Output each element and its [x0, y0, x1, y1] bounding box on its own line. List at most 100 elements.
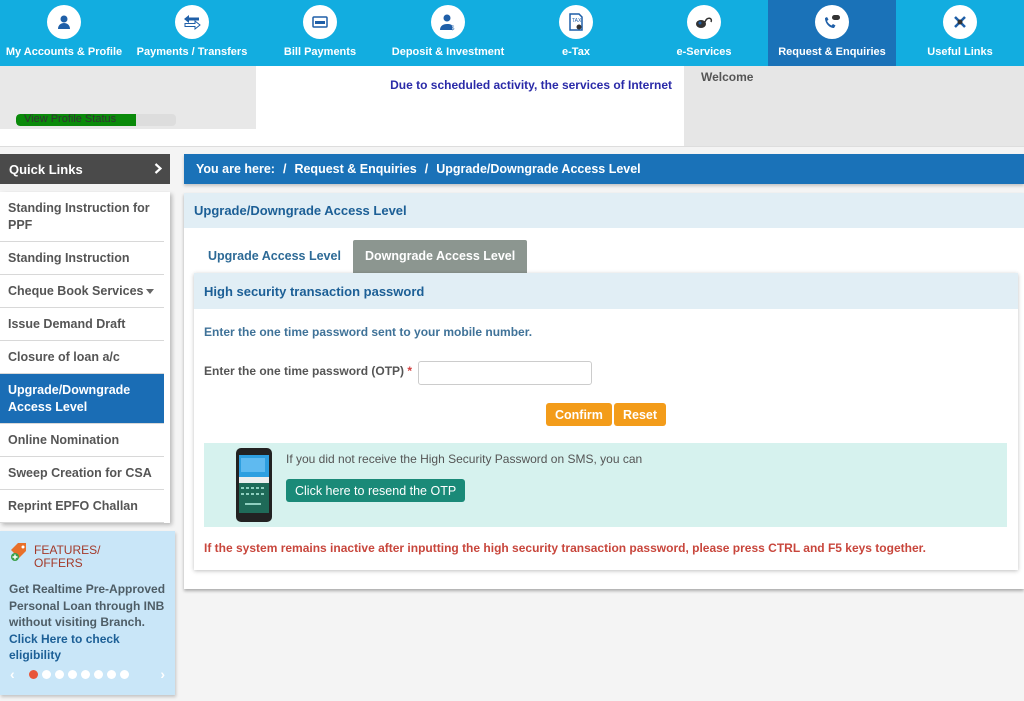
sidebar-menu: Standing Instruction for PPF Standing In…: [0, 192, 170, 523]
reset-button[interactable]: Reset: [614, 403, 667, 426]
caret-down-icon: [146, 289, 154, 294]
nav-label: Payments / Transfers: [136, 46, 248, 58]
breadcrumb-request-enquiries[interactable]: Request & Enquiries: [294, 162, 416, 176]
transfer-icon: [175, 5, 209, 39]
svg-text:$: $: [451, 26, 455, 31]
resend-otp-button[interactable]: Click here to resend the OTP: [286, 479, 466, 502]
carousel-dot[interactable]: [54, 669, 64, 679]
scrolling-notice: Due to scheduled activity, the services …: [390, 78, 672, 92]
nav-request-enquiries[interactable]: Request & Enquiries: [768, 0, 896, 66]
tax-icon: TAX: [559, 5, 593, 39]
sidebar-item-label: Sweep Creation for CSA: [8, 466, 152, 480]
page-title: Upgrade/Downgrade Access Level: [184, 193, 1024, 228]
offers-text-block: Get Realtime Pre-Approved Personal Loan …: [9, 581, 169, 664]
nav-label: Request & Enquiries: [778, 46, 886, 58]
sidebar-item-label: Upgrade/Downgrade Access Level: [8, 383, 131, 414]
eservices-icon: [687, 5, 721, 39]
quick-links-header[interactable]: Quick Links: [0, 154, 170, 184]
user-icon: [47, 5, 81, 39]
nav-deposit-investment[interactable]: $ Deposit & Investment: [384, 0, 512, 66]
profile-status-bar[interactable]: View Profile Status: [16, 114, 176, 126]
nav-payments[interactable]: Payments / Transfers: [128, 0, 256, 66]
required-marker: *: [407, 364, 413, 378]
sidebar-item-sweep-creation[interactable]: Sweep Creation for CSA: [0, 457, 164, 490]
nav-label: e-Tax: [562, 46, 590, 58]
resend-info-text: If you did not receive the High Security…: [286, 452, 643, 466]
sidebar-item-label: Standing Instruction for PPF: [8, 201, 150, 232]
breadcrumb-separator: /: [282, 162, 287, 176]
access-level-tabs: Upgrade Access Level Downgrade Access Le…: [196, 240, 528, 273]
deposit-icon: $: [431, 5, 465, 39]
tag-icon: [9, 542, 29, 565]
sidebar-item-reprint-epfo[interactable]: Reprint EPFO Challan: [0, 490, 164, 523]
carousel-dot[interactable]: [106, 669, 116, 679]
tab-upgrade-access-level[interactable]: Upgrade Access Level: [196, 240, 353, 273]
sidebar-item-label: Online Nomination: [8, 433, 120, 447]
carousel-prev-icon[interactable]: ‹: [10, 666, 15, 682]
nav-label: Useful Links: [927, 46, 993, 58]
quick-links-label: Quick Links: [9, 161, 83, 177]
resend-otp-section: If you did not receive the High Security…: [204, 443, 1007, 527]
sidebar-item-closure-of-loan[interactable]: Closure of loan a/c: [0, 341, 164, 374]
otp-info-text: Enter the one time password sent to your…: [204, 325, 533, 339]
offers-title: FEATURES/ OFFERS: [34, 543, 101, 570]
top-navigation: My Accounts & Profile Payments / Transfe…: [0, 0, 1024, 66]
nav-e-services[interactable]: e-Services: [640, 0, 768, 66]
sidebar-item-label: Reprint EPFO Challan: [8, 499, 138, 513]
carousel-next-icon[interactable]: ›: [160, 666, 165, 682]
sidebar-item-upgrade-downgrade[interactable]: Upgrade/Downgrade Access Level: [0, 374, 164, 424]
sidebar-item-online-nomination[interactable]: Online Nomination: [0, 424, 164, 457]
divider: [0, 146, 1024, 147]
sidebar-item-cheque-book-services[interactable]: Cheque Book Services: [0, 275, 164, 308]
otp-field-label: Enter the one time password (OTP) *: [204, 364, 412, 378]
mobile-phone-icon: [235, 447, 273, 526]
main-panel: Upgrade/Downgrade Access Level Upgrade A…: [184, 193, 1024, 589]
welcome-text: Welcome: [701, 70, 754, 84]
carousel-dot[interactable]: [41, 669, 51, 679]
offers-description: Get Realtime Pre-Approved Personal Loan …: [9, 582, 166, 629]
header-welcome-area: Welcome: [684, 66, 1024, 146]
bill-icon: [303, 5, 337, 39]
breadcrumb-prefix: You are here:: [196, 162, 275, 176]
nav-useful-links[interactable]: Useful Links: [896, 0, 1024, 66]
sidebar-item-label: Standing Instruction: [8, 251, 130, 265]
nav-label: e-Services: [676, 46, 732, 58]
tab-downgrade-access-level[interactable]: Downgrade Access Level: [352, 240, 528, 273]
otp-heading: High security transaction password: [194, 273, 1018, 309]
breadcrumb: You are here: / Request & Enquiries / Up…: [184, 154, 1024, 184]
header-notice-area: Due to scheduled activity, the services …: [256, 66, 684, 146]
header-spacer: [0, 129, 256, 146]
nav-my-accounts[interactable]: My Accounts & Profile: [0, 0, 128, 66]
carousel-dots: [28, 669, 129, 679]
check-eligibility-link[interactable]: Click Here to check eligibility: [9, 632, 120, 663]
breadcrumb-separator: /: [424, 162, 429, 176]
nav-e-tax[interactable]: TAX e-Tax: [512, 0, 640, 66]
sidebar-item-label: Cheque Book Services: [8, 284, 144, 298]
svg-text:TAX: TAX: [572, 18, 582, 24]
carousel-dot[interactable]: [93, 669, 103, 679]
confirm-button[interactable]: Confirm: [546, 403, 612, 426]
inactivity-warning: If the system remains inactive after inp…: [204, 541, 926, 555]
carousel-dot[interactable]: [67, 669, 77, 679]
carousel-dot[interactable]: [119, 669, 129, 679]
otp-panel: High security transaction password Enter…: [194, 273, 1018, 570]
links-icon: [943, 5, 977, 39]
nav-label: Bill Payments: [283, 46, 357, 58]
header-profile-area: View Profile Status: [0, 66, 256, 129]
nav-bill-payments[interactable]: Bill Payments: [256, 0, 384, 66]
breadcrumb-current: Upgrade/Downgrade Access Level: [436, 162, 641, 176]
otp-input[interactable]: [418, 361, 592, 385]
profile-status-label: View Profile Status: [24, 114, 117, 125]
nav-label: Deposit & Investment: [391, 46, 505, 58]
nav-label: My Accounts & Profile: [5, 46, 123, 58]
sidebar-item-issue-demand-draft[interactable]: Issue Demand Draft: [0, 308, 164, 341]
phone-chat-icon: [815, 5, 849, 39]
carousel-dot[interactable]: [28, 669, 38, 679]
sidebar-item-label: Issue Demand Draft: [8, 317, 126, 331]
otp-label-text: Enter the one time password (OTP): [204, 364, 405, 378]
sidebar-item-standing-instruction-ppf[interactable]: Standing Instruction for PPF: [0, 192, 164, 242]
features-offers-panel: FEATURES/ OFFERS Get Realtime Pre-Approv…: [0, 531, 175, 695]
sidebar-item-standing-instruction[interactable]: Standing Instruction: [0, 242, 164, 275]
carousel-dot[interactable]: [80, 669, 90, 679]
offers-carousel-controls: ‹ ›: [10, 666, 165, 682]
